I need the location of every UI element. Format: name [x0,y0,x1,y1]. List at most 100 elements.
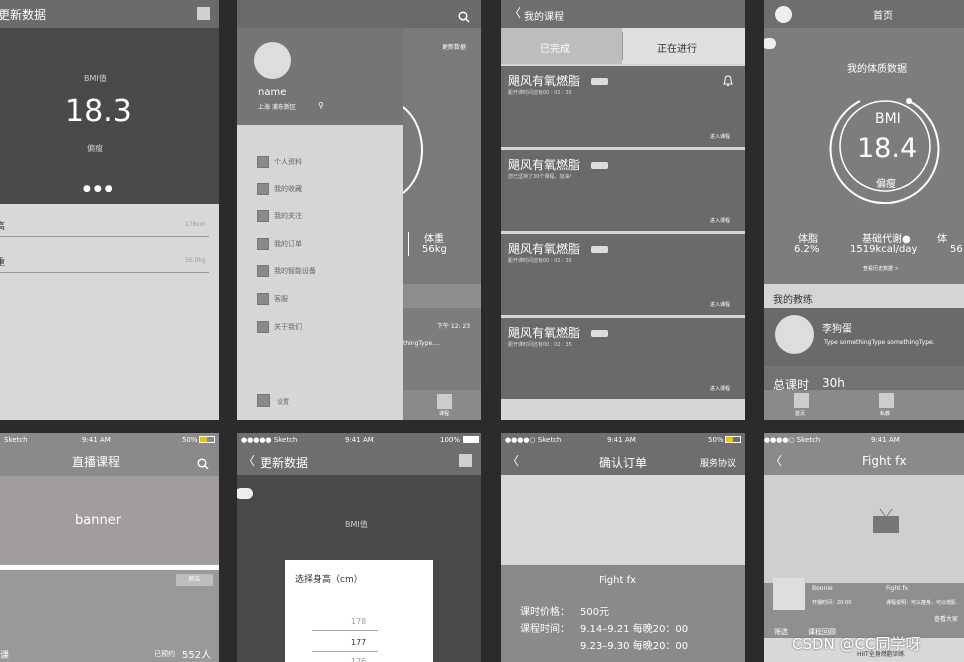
price-value: 500元 [580,607,610,618]
screen-home: 首页 我的体质数据 BMI 18.4 偏瘦 体脂 6.2% 基础代谢● 1519… [764,0,964,420]
course-title: 飓风有氧燃脂 [508,326,581,340]
time-row: 9.14–9.21 每晚20：00 [580,624,689,635]
course-title: 飓风有氧燃脂 [508,242,581,256]
status-battery: 50% [182,436,198,444]
favorites-icon [257,183,269,195]
weight-label: 重 [0,258,6,268]
screen-height-picker: ●●●●● Sketch 9:41 AM 100% 〈 更新数据 BMI值 选择… [237,433,481,662]
notification-time: 下午 12: 23 [437,323,471,330]
enter-course-link[interactable]: 进入课程 [710,217,730,224]
stat-value: 56 [950,244,963,255]
status-time: 9:41 AM [345,436,374,444]
coach-name: Bonnie [812,585,833,592]
picker-selected[interactable]: 177 [351,638,366,647]
price-label: 课时价格： [520,607,570,618]
search-icon[interactable] [458,8,470,23]
battery-icon [725,436,741,443]
picker-option[interactable]: 176 [351,657,366,662]
tab-home[interactable]: 首页 [795,410,805,417]
tab-in-progress[interactable]: 正在进行 [657,40,697,55]
video-area[interactable] [764,475,964,583]
course-tag [591,78,608,85]
menu-label: 个人资料 [274,158,302,166]
tv-icon [871,507,901,539]
screen-live-courses: Sketch 9:41 AM 50% 直播课程 banner 预告 课 已预约 … [0,433,219,662]
menu-label: 设置 [277,399,290,406]
enter-course-link[interactable]: 进入课程 [710,301,730,308]
back-icon[interactable]: 〈 [509,4,521,21]
picker-option[interactable]: 178 [351,617,366,626]
status-carrier: Sketch [4,436,28,444]
tab-divider [622,32,623,60]
live-card-label: 课 [0,651,10,661]
service-icon [257,293,269,305]
coach-sub: 开播时间：20:00 [812,600,852,606]
notification-snippet: thingType.... [403,340,440,347]
tab-completed-label: 已完成 [540,44,570,55]
course-subtitle: 距开课时间还有00 : 02 : 35 [508,258,572,264]
location-pin-icon: ⚲ [318,101,324,110]
pull-tab[interactable] [237,488,253,499]
back-icon[interactable]: 〈 [243,452,255,469]
reserved-label: 已预约 [154,650,175,658]
avatar[interactable] [775,6,792,23]
course-tab-icon[interactable] [437,394,452,409]
course-title: 飓风有氧燃脂 [508,158,581,172]
avatar[interactable] [254,42,291,79]
back-icon[interactable]: 〈 [507,452,519,469]
course-tag [591,330,608,337]
about-icon [257,321,269,333]
more-link[interactable]: 查看大家 [934,614,958,623]
bell-icon[interactable] [722,72,734,91]
weight-value: 56.0kg [185,257,206,264]
divider [0,236,209,237]
bmi-label: BMI [875,111,901,127]
divider [0,272,209,273]
tab-filter[interactable]: 筛选 [774,627,788,637]
time-row: 9.23–9.30 每晚20：00 [580,641,689,652]
save-icon[interactable] [459,454,472,467]
banner-label: banner [75,513,122,528]
time-label: 课程时间： [520,624,570,635]
home-tab-icon[interactable] [794,393,809,408]
bmi-label: BMI值 [84,74,107,83]
update-link[interactable]: 更新数据 [442,42,466,51]
tab-private[interactable]: 私教 [880,410,890,417]
bmi-status: 偏瘦 [87,144,103,153]
pull-tab[interactable] [764,38,776,49]
course-name: Fight fx [886,585,909,592]
save-icon[interactable] [197,7,210,20]
bmi-value: 18.4 [857,133,918,164]
course-tag [591,162,608,169]
battery-icon [463,436,479,443]
top-bar [237,0,481,28]
course-subtitle: 您已坚持了30个课程，加油！ [508,174,575,180]
status-time: 9:41 AM [871,436,900,444]
screen-side-menu: 更新数据 体重 56kg 下午 12: 23 thingType.... 课程 … [237,0,481,420]
page-title: Fight fx [862,454,907,468]
page-title: 确认订单 [599,456,648,470]
enter-course-link[interactable]: 进入课程 [710,133,730,140]
profile-icon [257,156,269,168]
page-dots: ●●● [83,184,116,194]
header-bar [764,0,964,28]
watermark: CSDN @CC同学呀 [792,635,921,653]
service-agreement-link[interactable]: 服务协议 [700,456,736,469]
divider [408,232,409,256]
following-icon [257,210,269,222]
battery-icon [199,436,215,443]
history-link[interactable]: 查看历史数据 > [863,265,899,272]
course-tag [591,246,608,253]
enter-course-link[interactable]: 进入课程 [710,385,730,392]
private-tab-icon[interactable] [879,393,894,408]
tab-course[interactable]: 课程 [439,410,449,417]
page-title: 直播课程 [72,455,121,469]
coach-name: 李狗蛋 [822,324,852,335]
back-icon[interactable]: 〈 [770,452,782,469]
screen-update-data: 更新数据 BMI值 18.3 偏瘦 ●●● 高 178cm 重 56.0kg [0,0,219,420]
page-title: 我的课程 [524,12,564,23]
coach-section-title: 我的教练 [773,295,813,306]
course-subtitle: 距开课时间还有00 : 02 : 35 [508,342,572,348]
search-icon[interactable] [197,455,209,470]
status-battery: 50% [708,436,724,444]
